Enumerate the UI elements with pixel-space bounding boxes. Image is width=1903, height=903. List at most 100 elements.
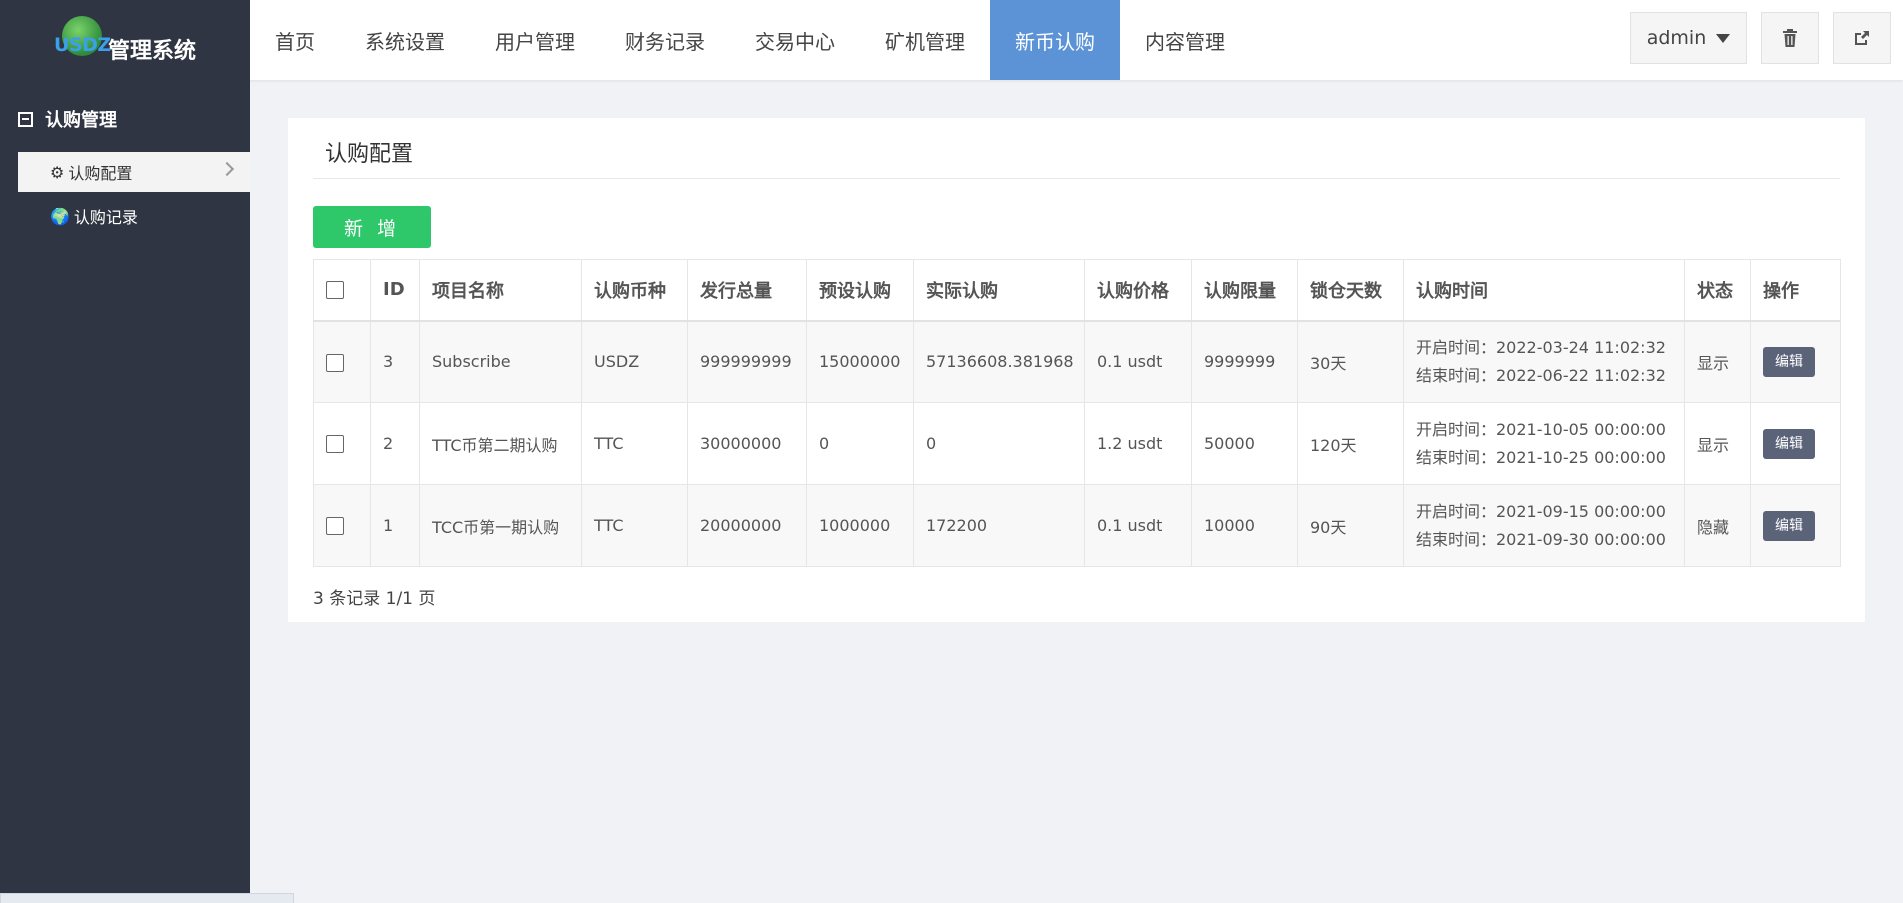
end-time: 结束时间：2021-09-30 00:00:00 xyxy=(1416,529,1666,549)
nav-item-content-management[interactable]: 内容管理 xyxy=(1120,0,1250,80)
trash-icon xyxy=(1783,29,1797,47)
collapse-icon xyxy=(18,111,33,127)
row-checkbox[interactable] xyxy=(326,435,344,454)
subscription-table-wrapper: ID 项目名称 认购币种 发行总量 预设认购 实际认购 认购价格 认购限量 锁仓… xyxy=(313,259,1841,567)
cell-total: 30000000 xyxy=(687,402,807,485)
cell-id: 1 xyxy=(370,484,420,567)
sidebar-item-subscription-records[interactable]: 🌍 认购记录 xyxy=(18,196,250,236)
edit-button[interactable]: 编辑 xyxy=(1763,346,1815,377)
nav-item-user-management[interactable]: 用户管理 xyxy=(470,0,600,80)
cell-name: Subscribe xyxy=(419,320,582,403)
cell-preset: 0 xyxy=(806,402,914,485)
globe-icon: 🌍 xyxy=(50,206,70,226)
row-select-cell xyxy=(313,320,371,403)
nav-item-system-settings[interactable]: 系统设置 xyxy=(340,0,470,80)
cell-coin: TTC xyxy=(581,402,688,485)
sidebar-item-label: 认购记录 xyxy=(73,208,138,227)
cell-coin: TTC xyxy=(581,484,688,567)
start-time: 开启时间：2021-10-05 00:00:00 xyxy=(1416,419,1666,439)
table-row: 1 TCC币第一期认购 TTC 20000000 1000000 172200 … xyxy=(313,484,1841,567)
nav-item-finance-records[interactable]: 财务记录 xyxy=(600,0,730,80)
cell-preset: 15000000 xyxy=(806,320,914,403)
cell-lock-days: 90天 xyxy=(1297,484,1404,567)
gear-icon: ⚙ xyxy=(50,162,65,182)
cell-coin: USDZ xyxy=(581,320,688,403)
caret-down-icon xyxy=(1716,33,1731,43)
row-select-cell xyxy=(313,484,371,567)
logo[interactable]: USDZ 管理系统 xyxy=(0,0,250,80)
subscription-table: ID 项目名称 认购币种 发行总量 预设认购 实际认购 认购价格 认购限量 锁仓… xyxy=(313,259,1841,567)
cell-limit: 9999999 xyxy=(1191,320,1298,403)
cell-total: 20000000 xyxy=(687,484,807,567)
start-time: 开启时间：2022-03-24 11:02:32 xyxy=(1416,337,1666,357)
cell-actions: 编辑 xyxy=(1750,320,1841,403)
cell-time: 开启时间：2021-10-05 00:00:00 结束时间：2021-10-25… xyxy=(1403,402,1685,485)
cell-time: 开启时间：2022-03-24 11:02:32 结束时间：2022-06-22… xyxy=(1403,320,1685,403)
table-row: 2 TTC币第二期认购 TTC 30000000 0 0 1.2 usdt 50… xyxy=(313,402,1841,485)
sidebar-group-subscription[interactable]: 认购管理 xyxy=(18,106,117,132)
logout-button[interactable] xyxy=(1833,12,1891,64)
row-select-cell xyxy=(313,402,371,485)
table-row: 3 Subscribe USDZ 999999999 15000000 5713… xyxy=(313,320,1841,403)
add-button[interactable]: 新 增 xyxy=(313,206,431,248)
user-menu-button[interactable]: admin xyxy=(1630,12,1747,64)
clear-cache-button[interactable] xyxy=(1761,12,1819,64)
nav-item-trading-center[interactable]: 交易中心 xyxy=(730,0,860,80)
user-name: admin xyxy=(1646,27,1707,49)
select-all-cell xyxy=(313,259,371,322)
cell-name: TTC币第二期认购 xyxy=(419,402,582,485)
logo-word: USDZ xyxy=(53,34,111,56)
cell-limit: 10000 xyxy=(1191,484,1298,567)
cell-preset: 1000000 xyxy=(806,484,914,567)
column-header: ID xyxy=(370,259,420,322)
column-header: 项目名称 xyxy=(419,259,582,322)
top-nav: 首页 系统设置 用户管理 财务记录 交易中心 矿机管理 新币认购 内容管理 xyxy=(250,0,1250,80)
pagination-summary: 3 条记录 1/1 页 xyxy=(313,589,436,609)
end-time: 结束时间：2021-10-25 00:00:00 xyxy=(1416,447,1666,467)
chevron-right-icon xyxy=(219,161,235,177)
sidebar-item-label: 认购配置 xyxy=(68,164,133,183)
top-header: USDZ 管理系统 首页 系统设置 用户管理 财务记录 交易中心 矿机管理 新币… xyxy=(0,0,1903,80)
column-header: 状态 xyxy=(1684,259,1751,322)
end-time: 结束时间：2022-06-22 11:02:32 xyxy=(1416,365,1666,385)
cell-id: 2 xyxy=(370,402,420,485)
cell-id: 3 xyxy=(370,320,420,403)
row-checkbox[interactable] xyxy=(326,353,344,372)
cell-status: 隐藏 xyxy=(1684,484,1751,567)
edit-button[interactable]: 编辑 xyxy=(1763,428,1815,459)
column-header: 认购价格 xyxy=(1084,259,1192,322)
start-time: 开启时间：2021-09-15 00:00:00 xyxy=(1416,501,1666,521)
cell-name: TCC币第一期认购 xyxy=(419,484,582,567)
cell-actual: 172200 xyxy=(913,484,1085,567)
column-header: 认购限量 xyxy=(1191,259,1298,322)
nav-item-new-coin-subscription[interactable]: 新币认购 xyxy=(990,0,1120,80)
globe-logo-icon: USDZ xyxy=(54,14,111,66)
divider xyxy=(313,178,1840,179)
header-actions: admin xyxy=(1630,12,1891,64)
cell-status: 显示 xyxy=(1684,320,1751,403)
bottom-status-tab xyxy=(0,893,294,903)
cell-price: 0.1 usdt xyxy=(1084,484,1192,567)
row-checkbox[interactable] xyxy=(326,517,344,536)
cell-lock-days: 120天 xyxy=(1297,402,1404,485)
edit-button[interactable]: 编辑 xyxy=(1763,510,1815,541)
table-header-row: ID 项目名称 认购币种 发行总量 预设认购 实际认购 认购价格 认购限量 锁仓… xyxy=(313,259,1841,322)
cell-limit: 50000 xyxy=(1191,402,1298,485)
sidebar: 认购管理 ⚙ 认购配置 🌍 认购记录 xyxy=(0,80,250,903)
cell-price: 1.2 usdt xyxy=(1084,402,1192,485)
share-out-icon xyxy=(1855,31,1869,45)
cell-lock-days: 30天 xyxy=(1297,320,1404,403)
cell-actions: 编辑 xyxy=(1750,484,1841,567)
sidebar-group-label: 认购管理 xyxy=(45,110,117,131)
cell-total: 999999999 xyxy=(687,320,807,403)
cell-status: 显示 xyxy=(1684,402,1751,485)
select-all-checkbox[interactable] xyxy=(326,281,344,300)
column-header: 认购时间 xyxy=(1403,259,1685,322)
cell-price: 0.1 usdt xyxy=(1084,320,1192,403)
sidebar-item-subscription-config[interactable]: ⚙ 认购配置 xyxy=(18,152,250,192)
page-title: 认购配置 xyxy=(325,142,414,167)
column-header: 操作 xyxy=(1750,259,1841,322)
nav-item-miner-management[interactable]: 矿机管理 xyxy=(860,0,990,80)
cell-actions: 编辑 xyxy=(1750,402,1841,485)
nav-item-home[interactable]: 首页 xyxy=(250,0,340,80)
